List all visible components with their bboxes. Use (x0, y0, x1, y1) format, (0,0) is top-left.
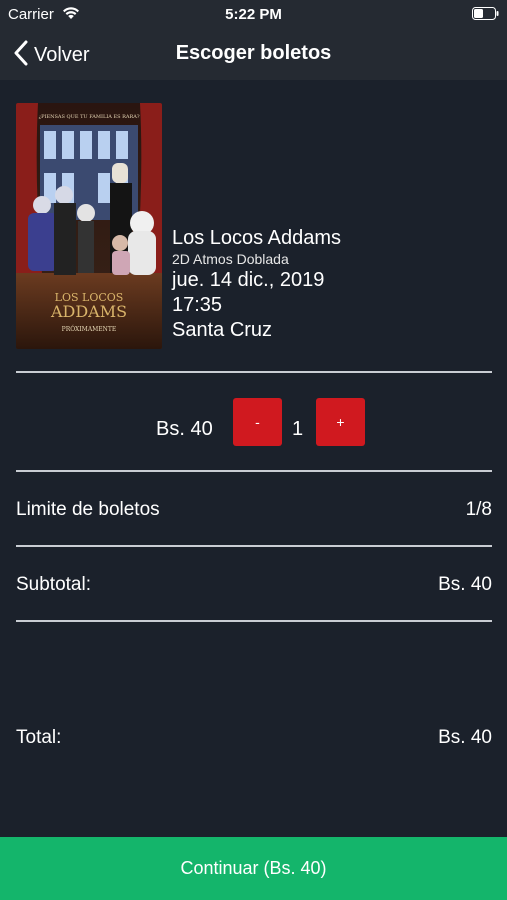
movie-format: 2D Atmos Doblada (172, 251, 289, 267)
ticket-price: Bs. 40 (156, 418, 213, 440)
poster-footer: PRÓXIMAMENTE (62, 325, 117, 333)
increase-button[interactable]: + (316, 398, 365, 446)
battery-icon (472, 7, 499, 20)
divider (16, 620, 492, 622)
ticket-stepper: Bs. 40 - 1 + (0, 398, 507, 446)
movie-date: jue. 14 dic., 2019 (172, 269, 325, 291)
divider (16, 545, 492, 547)
subtotal-value: Bs. 40 (438, 574, 492, 595)
movie-time: 17:35 (172, 294, 223, 316)
ticket-limit-label: Limite de boletos (16, 499, 160, 520)
movie-poster: ¿PIENSAS QUE TU FAMILIA ES RARA? LOS LOC… (16, 103, 162, 349)
clock-label: 5:22 PM (225, 6, 282, 23)
navigation-bar: Volver Escoger boletos (0, 30, 507, 80)
divider (16, 371, 492, 373)
subtotal-label: Subtotal: (16, 574, 91, 595)
status-bar: Carrier 5:22 PM (0, 0, 507, 30)
movie-title: Los Locos Addams (172, 227, 341, 249)
poster-title-line2: ADDAMS (50, 302, 127, 321)
continue-button[interactable]: Continuar (Bs. 40) (0, 837, 507, 900)
total-value: Bs. 40 (438, 727, 492, 748)
divider (16, 470, 492, 472)
ticket-limit-value: 1/8 (465, 499, 492, 520)
movie-city: Santa Cruz (172, 319, 273, 341)
page-title: Escoger boletos (175, 42, 332, 64)
ticket-quantity: 1 (292, 418, 304, 440)
total-label: Total: (16, 727, 62, 748)
movie-info: Los Locos Addams 2D Atmos Doblada jue. 1… (172, 226, 341, 343)
poster-tagline: ¿PIENSAS QUE TU FAMILIA ES RARA? (38, 114, 139, 120)
decrease-button[interactable]: - (233, 398, 282, 446)
